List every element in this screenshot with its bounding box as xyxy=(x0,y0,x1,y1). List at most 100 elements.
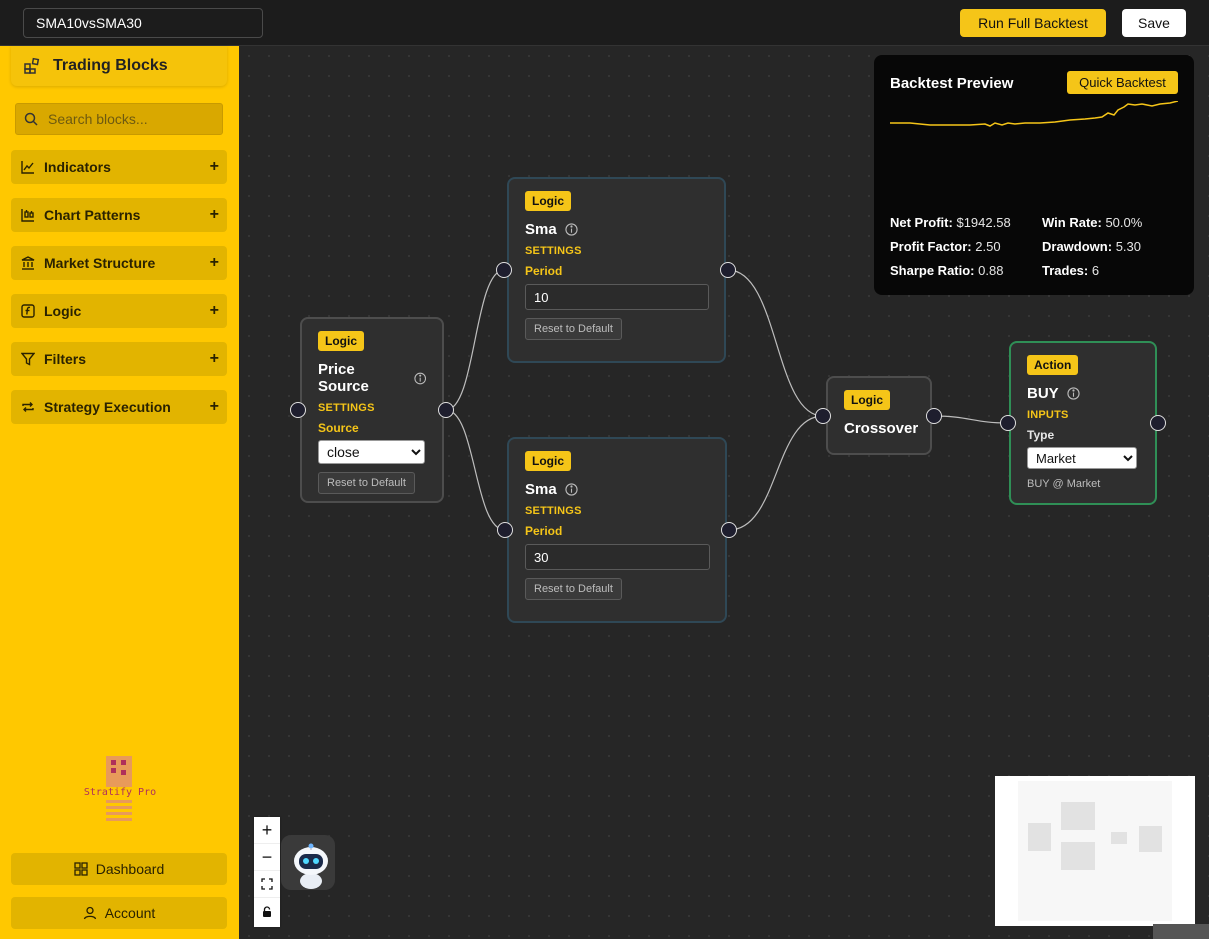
strategy-name-input[interactable] xyxy=(23,8,263,38)
profit-factor-stat: Profit Factor: 2.50 xyxy=(890,239,1001,254)
category-strategy-execution[interactable]: Strategy Execution + xyxy=(11,390,227,424)
bank-icon xyxy=(21,256,35,270)
period-label: Period xyxy=(525,264,563,278)
drawdown-stat: Drawdown: 5.30 xyxy=(1042,239,1141,254)
node-badge: Logic xyxy=(525,191,571,211)
node-badge: Logic xyxy=(525,451,571,471)
repeat-icon xyxy=(22,402,34,412)
canvas-controls: + − xyxy=(254,817,280,927)
edge-price-to-sma30 xyxy=(445,409,506,531)
blocks-icon xyxy=(24,57,40,74)
inputs-heading: INPUTS xyxy=(1027,409,1069,421)
run-full-backtest-button[interactable]: Run Full Backtest xyxy=(960,9,1106,37)
lock-icon xyxy=(263,905,271,917)
expand-icon: + xyxy=(209,350,219,367)
handle-sma-10-in[interactable] xyxy=(496,262,512,278)
info-icon[interactable] xyxy=(413,372,426,385)
save-button[interactable]: Save xyxy=(1122,9,1186,37)
minimap[interactable] xyxy=(995,776,1195,926)
stratify-pro-logo: Stratify Pro xyxy=(80,756,160,824)
dashboard-button[interactable]: Dashboard xyxy=(11,853,227,885)
expand-icon: + xyxy=(209,158,219,175)
node-badge: Logic xyxy=(318,331,364,351)
handle-buy-out[interactable] xyxy=(1150,415,1166,431)
node-price-source[interactable]: Logic Price Source SETTINGS Source close… xyxy=(300,317,444,503)
info-icon[interactable] xyxy=(565,483,578,496)
flow-canvas[interactable]: Logic Price Source SETTINGS Source close… xyxy=(239,46,1209,939)
node-sma-30[interactable]: Logic Sma SETTINGS Period Reset to Defau… xyxy=(507,437,727,623)
equity-curve-chart xyxy=(890,101,1178,127)
backtest-preview-panel: Backtest Preview Quick Backtest Net Prof… xyxy=(874,55,1194,295)
assistant-bot-button[interactable] xyxy=(281,835,335,890)
node-sma-10[interactable]: Logic Sma SETTINGS Period Reset to Defau… xyxy=(507,177,726,363)
period-input[interactable] xyxy=(525,284,709,310)
search-icon xyxy=(24,112,38,126)
reset-to-default-button[interactable]: Reset to Default xyxy=(525,578,622,600)
scrollbar-corner xyxy=(1153,924,1209,939)
sidebar: Trading Blocks Indicators + Chart Patter… xyxy=(0,46,239,939)
expand-icon: + xyxy=(209,254,219,271)
fit-view-button[interactable] xyxy=(254,871,280,898)
node-crossover[interactable]: Logic Crossover xyxy=(826,376,932,455)
category-chart-patterns[interactable]: Chart Patterns + xyxy=(11,198,227,232)
node-title: Price Source xyxy=(318,361,426,395)
handle-sma-30-in[interactable] xyxy=(497,522,513,538)
block-search[interactable] xyxy=(15,103,223,135)
handle-crossover-in[interactable] xyxy=(815,408,831,424)
handle-sma-10-out[interactable] xyxy=(720,262,736,278)
period-input[interactable] xyxy=(525,544,710,570)
reset-to-default-button[interactable]: Reset to Default xyxy=(318,472,415,494)
category-label: Chart Patterns xyxy=(44,207,141,223)
handle-sma-30-out[interactable] xyxy=(721,522,737,538)
info-icon[interactable] xyxy=(565,223,578,236)
quick-backtest-button[interactable]: Quick Backtest xyxy=(1067,71,1178,94)
trades-stat: Trades: 6 xyxy=(1042,263,1100,278)
zoom-in-button[interactable]: + xyxy=(254,817,280,844)
minimap-node xyxy=(1028,823,1051,851)
source-select[interactable]: close xyxy=(318,440,425,464)
node-badge: Logic xyxy=(844,390,890,410)
account-button[interactable]: Account xyxy=(11,897,227,929)
filter-icon xyxy=(21,352,35,366)
handle-price-source-out[interactable] xyxy=(438,402,454,418)
handle-buy-in[interactable] xyxy=(1000,415,1016,431)
node-title: Sma xyxy=(525,481,709,498)
settings-heading: SETTINGS xyxy=(525,245,582,257)
chart-line-icon xyxy=(21,161,34,174)
net-profit-stat: Net Profit: $1942.58 xyxy=(890,215,1011,230)
edge-sma30-to-crossover xyxy=(728,415,824,531)
sidebar-header: Trading Blocks xyxy=(11,46,227,86)
minimap-node xyxy=(1061,842,1095,870)
preview-title: Backtest Preview xyxy=(890,75,1014,92)
info-icon[interactable] xyxy=(1067,387,1080,400)
minimap-node xyxy=(1061,802,1095,830)
order-type-select[interactable]: Market xyxy=(1027,447,1137,469)
category-label: Filters xyxy=(44,351,87,367)
settings-heading: SETTINGS xyxy=(318,402,375,414)
edge-price-to-sma10 xyxy=(445,269,505,411)
search-input[interactable] xyxy=(48,111,208,127)
source-label: Source xyxy=(318,421,359,435)
handle-crossover-out[interactable] xyxy=(926,408,942,424)
category-logic[interactable]: Logic + xyxy=(11,294,227,328)
category-filters[interactable]: Filters + xyxy=(11,342,227,376)
user-icon xyxy=(83,906,96,920)
reset-to-default-button[interactable]: Reset to Default xyxy=(525,318,622,340)
expand-icon: + xyxy=(209,206,219,223)
category-label: Strategy Execution xyxy=(44,399,171,415)
node-title: Sma xyxy=(525,221,708,238)
sharpe-ratio-stat: Sharpe Ratio: 0.88 xyxy=(890,263,1004,278)
sidebar-title: Trading Blocks xyxy=(53,57,168,74)
handle-price-source-in[interactable] xyxy=(290,402,306,418)
edge-sma10-to-crossover xyxy=(727,269,824,417)
zoom-out-button[interactable]: − xyxy=(254,844,280,871)
equity-curve-line xyxy=(890,101,1178,127)
type-label: Type xyxy=(1027,428,1055,442)
node-buy[interactable]: Action BUY INPUTS Type Market BUY @ Mark… xyxy=(1009,341,1157,505)
category-market-structure[interactable]: Market Structure + xyxy=(11,246,227,280)
category-indicators[interactable]: Indicators + xyxy=(11,150,227,184)
lock-button[interactable] xyxy=(254,898,280,925)
minimap-viewport xyxy=(1018,781,1172,921)
dashboard-icon xyxy=(74,862,88,876)
account-label: Account xyxy=(104,905,156,921)
